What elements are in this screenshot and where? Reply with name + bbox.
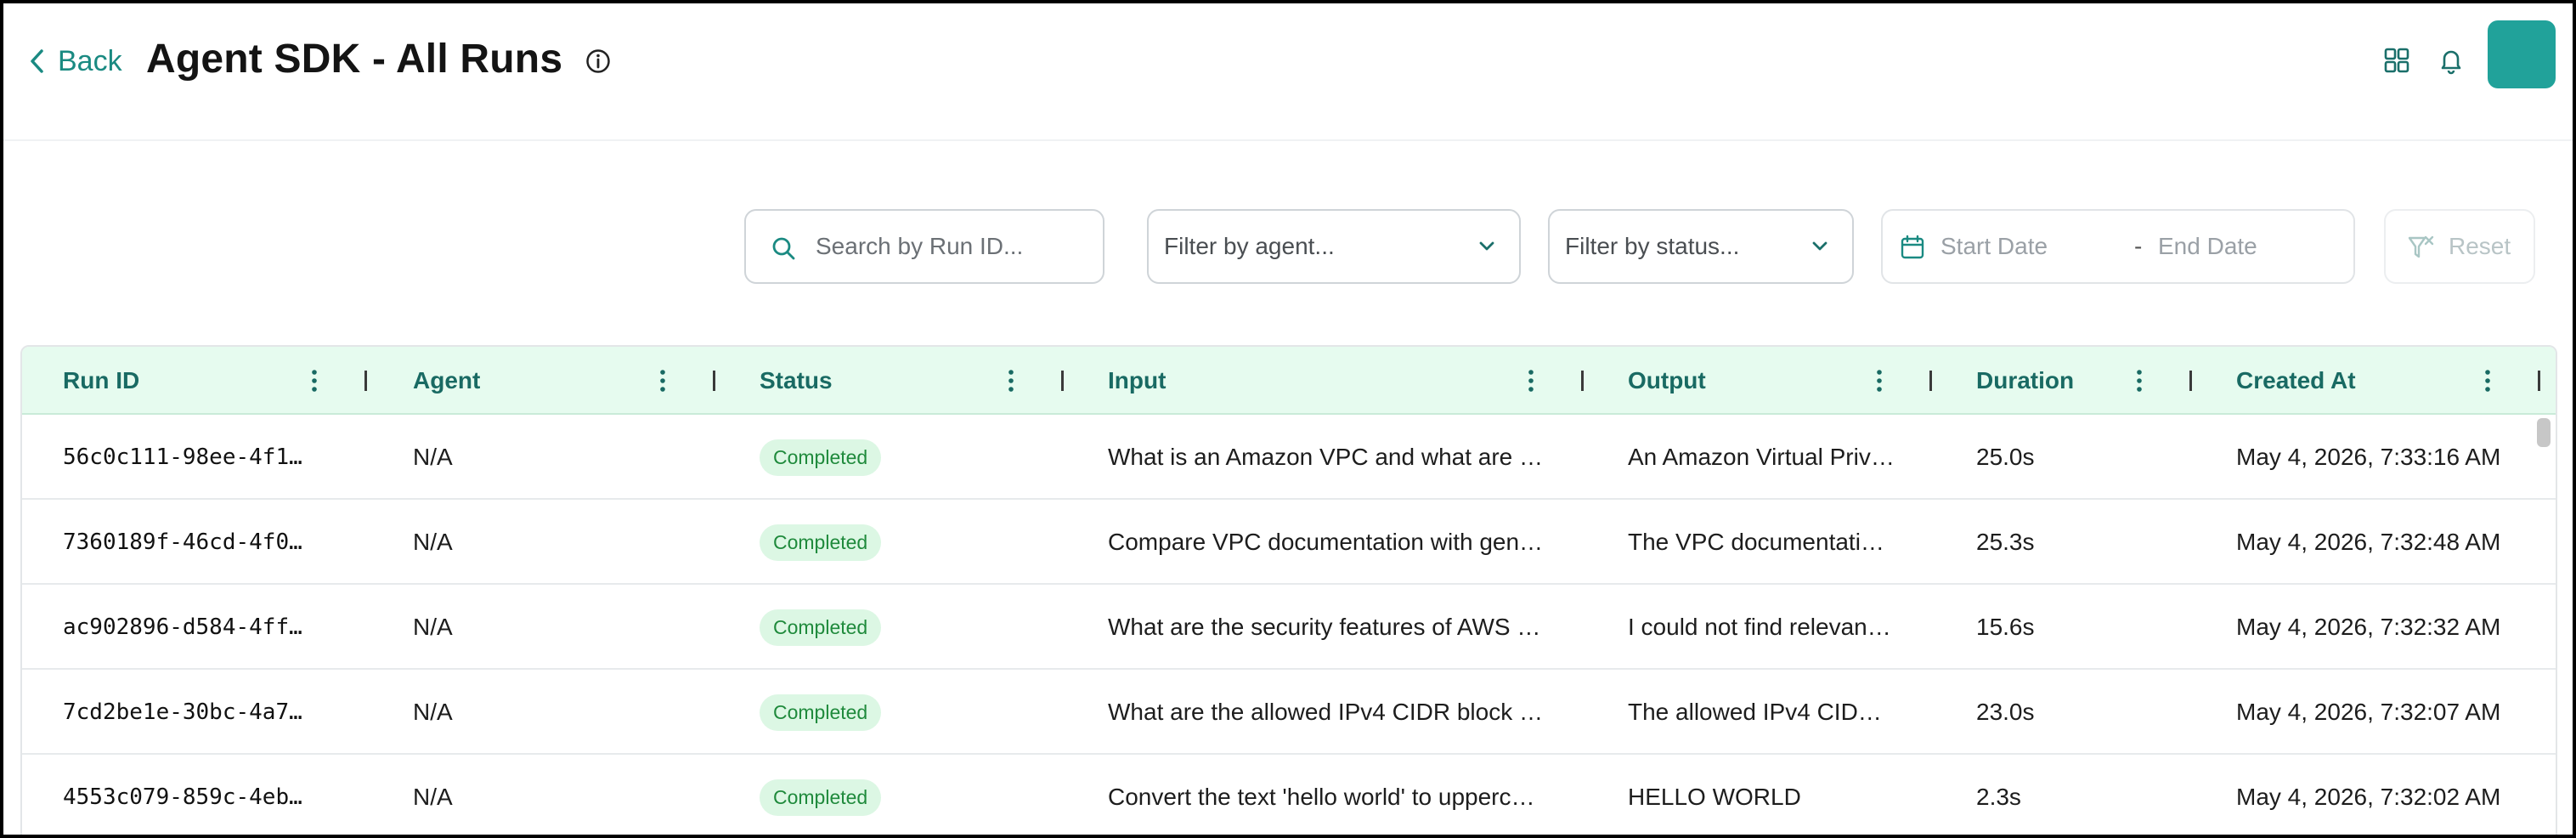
status-badge: Completed bbox=[760, 694, 882, 731]
column-resize-handle[interactable] bbox=[1929, 371, 1932, 391]
grid-icon[interactable] bbox=[2382, 46, 2411, 75]
status-filter-select[interactable]: Filter by status... bbox=[1548, 209, 1854, 284]
column-header-output[interactable]: Output bbox=[1628, 347, 1706, 415]
column-menu-icon[interactable] bbox=[1006, 367, 1016, 394]
status-cell: Completed bbox=[760, 500, 882, 585]
created-at-cell: May 4, 2026, 7:32:02 AM bbox=[2236, 784, 2501, 810]
column-menu-icon[interactable] bbox=[2483, 367, 2493, 394]
run-id-cell: 7360189f-46cd-4f0… bbox=[63, 529, 302, 555]
column-menu-icon[interactable] bbox=[1874, 367, 1884, 394]
column-menu-icon[interactable] bbox=[309, 367, 319, 394]
column-resize-handle[interactable] bbox=[713, 371, 715, 391]
status-cell: Completed bbox=[760, 415, 882, 500]
run-id-cell: 56c0c111-98ee-4f1… bbox=[63, 444, 302, 470]
status-badge: Completed bbox=[760, 439, 882, 476]
agent-cell: N/A bbox=[413, 444, 453, 470]
created-at-cell: May 4, 2026, 7:32:07 AM bbox=[2236, 699, 2501, 725]
column-resize-handle[interactable] bbox=[364, 371, 367, 391]
input-cell: What are the security features of AWS … bbox=[1108, 614, 1541, 640]
table-row[interactable]: 56c0c111-98ee-4f1… N/A Completed What is… bbox=[22, 415, 2556, 500]
table-row[interactable]: 4553c079-859c-4eb… N/A Completed Convert… bbox=[22, 755, 2556, 835]
column-resize-handle[interactable] bbox=[2538, 371, 2540, 391]
runs-table: Run ID Agent Status Input Output Duratio… bbox=[20, 345, 2557, 835]
date-separator: - bbox=[2134, 233, 2143, 259]
calendar-icon bbox=[1901, 235, 1924, 259]
output-cell: The allowed IPv4 CID… bbox=[1628, 699, 1882, 725]
output-cell: The VPC documentati… bbox=[1628, 529, 1884, 555]
start-date-input[interactable]: Start Date bbox=[1940, 233, 2048, 260]
filter-reset-icon bbox=[2408, 235, 2434, 258]
column-header-run-id[interactable]: Run ID bbox=[63, 347, 139, 415]
agent-cell: N/A bbox=[413, 784, 453, 810]
duration-cell: 23.0s bbox=[1976, 699, 2035, 725]
page-title: Agent SDK - All Runs bbox=[146, 37, 563, 82]
reset-label: Reset bbox=[2449, 233, 2511, 259]
input-cell: What is an Amazon VPC and what are … bbox=[1108, 444, 1544, 470]
duration-cell: 25.0s bbox=[1976, 444, 2035, 470]
agent-cell: N/A bbox=[413, 529, 453, 555]
duration-cell: 2.3s bbox=[1976, 784, 2021, 810]
column-header-created-at[interactable]: Created At bbox=[2236, 347, 2356, 415]
created-at-cell: May 4, 2026, 7:32:48 AM bbox=[2236, 529, 2501, 555]
status-badge: Completed bbox=[760, 609, 882, 646]
page-header: Back Agent SDK - All Runs bbox=[3, 3, 2573, 141]
status-cell: Completed bbox=[760, 670, 882, 755]
column-header-status[interactable]: Status bbox=[760, 347, 833, 415]
table-header: Run ID Agent Status Input Output Duratio… bbox=[22, 347, 2556, 415]
end-date-input[interactable]: End Date bbox=[2158, 233, 2257, 260]
app-window: Back Agent SDK - All Runs Search by Run … bbox=[3, 3, 2573, 835]
created-at-cell: May 4, 2026, 7:33:16 AM bbox=[2236, 444, 2501, 470]
table-row[interactable]: 7360189f-46cd-4f0… N/A Completed Compare… bbox=[22, 500, 2556, 585]
status-cell: Completed bbox=[760, 585, 882, 670]
input-cell: Compare VPC documentation with gen… bbox=[1108, 529, 1544, 555]
table-row[interactable]: ac902896-d584-4ff… N/A Completed What ar… bbox=[22, 585, 2556, 670]
column-header-input[interactable]: Input bbox=[1108, 347, 1166, 415]
column-resize-handle[interactable] bbox=[1581, 371, 1584, 391]
input-cell: What are the allowed IPv4 CIDR block … bbox=[1108, 699, 1543, 725]
chevron-left-icon bbox=[31, 49, 43, 73]
column-resize-handle[interactable] bbox=[1061, 371, 1064, 391]
column-menu-icon[interactable] bbox=[1526, 367, 1536, 394]
status-cell: Completed bbox=[760, 755, 882, 835]
output-cell: An Amazon Virtual Priv… bbox=[1628, 444, 1895, 470]
output-cell: I could not find relevan… bbox=[1628, 614, 1891, 640]
back-label: Back bbox=[58, 44, 122, 77]
column-header-agent[interactable]: Agent bbox=[413, 347, 480, 415]
vertical-scrollbar[interactable] bbox=[2537, 418, 2551, 447]
status-badge: Completed bbox=[760, 779, 882, 816]
column-menu-icon[interactable] bbox=[2134, 367, 2144, 394]
column-resize-handle[interactable] bbox=[2189, 371, 2192, 391]
date-range-picker[interactable]: Start Date - End Date bbox=[1881, 209, 2355, 284]
created-at-cell: May 4, 2026, 7:32:32 AM bbox=[2236, 614, 2501, 640]
search-placeholder: Search by Run ID... bbox=[816, 233, 1024, 259]
column-header-duration[interactable]: Duration bbox=[1976, 347, 2074, 415]
agent-cell: N/A bbox=[413, 699, 453, 725]
search-icon bbox=[772, 237, 795, 260]
chevron-down-icon bbox=[1479, 241, 1494, 251]
reset-button[interactable]: Reset bbox=[2384, 209, 2535, 284]
agent-filter-select[interactable]: Filter by agent... bbox=[1147, 209, 1521, 284]
run-id-cell: 4553c079-859c-4eb… bbox=[63, 784, 302, 810]
chevron-down-icon bbox=[1812, 241, 1827, 251]
agent-cell: N/A bbox=[413, 614, 453, 640]
run-id-cell: ac902896-d584-4ff… bbox=[63, 614, 302, 640]
back-button[interactable]: Back bbox=[29, 41, 122, 82]
status-badge: Completed bbox=[760, 524, 882, 561]
table-row[interactable]: 7cd2be1e-30bc-4a7… N/A Completed What ar… bbox=[22, 670, 2556, 755]
run-id-cell: 7cd2be1e-30bc-4a7… bbox=[63, 699, 302, 725]
status-filter-placeholder: Filter by status... bbox=[1565, 233, 1740, 259]
duration-cell: 15.6s bbox=[1976, 614, 2035, 640]
agent-filter-placeholder: Filter by agent... bbox=[1164, 233, 1335, 259]
bell-icon[interactable] bbox=[2437, 46, 2466, 75]
input-cell: Convert the text 'hello world' to upperc… bbox=[1108, 784, 1535, 810]
search-input[interactable]: Search by Run ID... bbox=[744, 209, 1104, 284]
avatar[interactable] bbox=[2488, 20, 2556, 88]
column-menu-icon[interactable] bbox=[658, 367, 668, 394]
duration-cell: 25.3s bbox=[1976, 529, 2035, 555]
output-cell: HELLO WORLD bbox=[1628, 784, 1801, 810]
info-icon[interactable] bbox=[585, 48, 612, 75]
